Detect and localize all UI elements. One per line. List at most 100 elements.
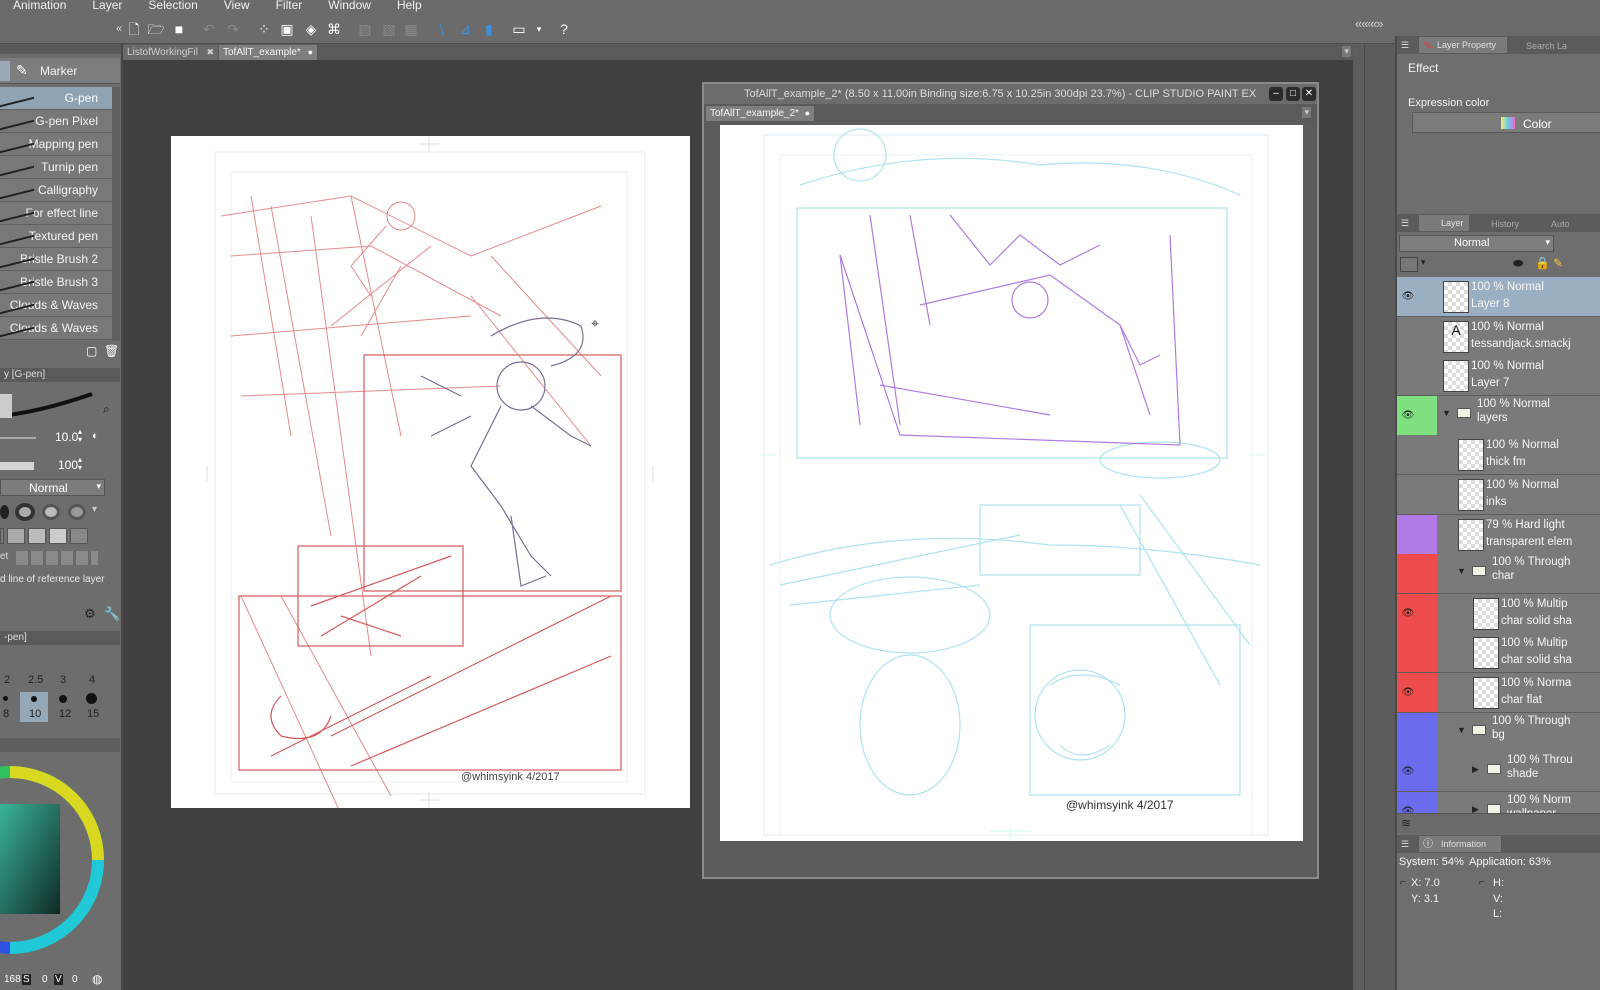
tip-shape-1[interactable] — [0, 505, 9, 519]
panel-menu-icon[interactable]: ☰ — [1401, 36, 1409, 54]
visibility-eye-icon[interactable]: 👁 — [1397, 277, 1419, 316]
invert-selection-icon[interactable]: ▧ — [380, 20, 398, 38]
maximize-icon[interactable]: □ — [1286, 87, 1300, 101]
transform-icon[interactable]: ⌘ — [325, 20, 343, 38]
layer-row[interactable]: ▼ 100 % Through char — [1397, 554, 1600, 595]
copy-sub-tool-icon[interactable]: ▢ — [86, 344, 97, 358]
vertical-scrollbar[interactable] — [1353, 44, 1365, 990]
size-12[interactable]: 12 — [59, 708, 71, 720]
close-icon[interactable]: ✖ — [206, 45, 214, 60]
layer-color-column[interactable] — [1419, 752, 1437, 792]
size-8[interactable]: 8 — [3, 708, 9, 720]
save-icon[interactable]: ■ — [170, 20, 188, 38]
left-canvas-page[interactable]: @whimsyink 4/2017 — [171, 136, 690, 837]
size-value[interactable]: 10.0 — [55, 430, 78, 444]
color-wheel[interactable] — [0, 762, 120, 958]
brush-item[interactable]: G-pen — [0, 87, 114, 110]
show-hide-icon[interactable]: ▭ — [510, 20, 528, 38]
layer-color-column[interactable] — [1419, 395, 1437, 435]
color-mode-icon[interactable]: ◍ — [92, 972, 102, 986]
redo-icon[interactable]: ↷ — [224, 20, 242, 38]
layer-color-column[interactable] — [1419, 317, 1437, 356]
delete-sub-tool-icon[interactable]: 🗑 — [104, 344, 119, 358]
texture-swatch-0[interactable] — [0, 528, 4, 544]
help-icon[interactable]: ? — [555, 20, 573, 38]
opacity-spinner-icon[interactable]: ▴ ▾ — [78, 456, 82, 472]
opacity-value[interactable]: 100 — [58, 458, 78, 472]
minimize-icon[interactable]: – — [1269, 87, 1283, 101]
menu-view[interactable]: View — [211, 0, 263, 14]
close-icon[interactable]: ● — [805, 106, 810, 121]
tab-auto-action[interactable]: Auto — [1537, 215, 1570, 233]
visibility-eye-icon[interactable]: 👁 — [1397, 791, 1419, 813]
folder-expand-icon[interactable]: ▼ — [1457, 566, 1466, 576]
reference-buttons[interactable] — [16, 551, 98, 565]
layer-row[interactable]: ▼ 100 % Through bg — [1397, 712, 1600, 753]
tab-menu-icon[interactable]: ▾ — [1302, 107, 1311, 118]
dropdown-icon[interactable]: ▾ — [530, 20, 548, 38]
layer-row[interactable]: 79 % Hard light transparent elem — [1397, 514, 1600, 555]
tab-menu-icon[interactable]: ▾ — [1342, 46, 1351, 57]
layer-color-column[interactable] — [1419, 435, 1437, 474]
dock-arrows-icon[interactable]: «« «» — [1355, 16, 1384, 31]
brush-item[interactable]: G-pen Pixel — [0, 110, 114, 133]
layer-row[interactable]: 👁 ▼ 100 % Normal layers — [1397, 395, 1600, 436]
deselect-icon[interactable]: ▨ — [356, 20, 374, 38]
size-4[interactable]: 4 — [89, 674, 95, 686]
layer-row[interactable]: 100 % Normal inks — [1397, 475, 1600, 515]
brush-item[interactable]: Turnip pen — [0, 156, 114, 179]
visibility-eye-icon[interactable]: 👁 — [1397, 673, 1419, 712]
clip-icon[interactable]: ⬬ — [1513, 256, 1523, 271]
visibility-eye-icon[interactable] — [1397, 554, 1419, 594]
size-spinner-icon[interactable]: ▴ ▾ — [78, 428, 82, 444]
special-ruler-snap-icon[interactable]: ⊿ — [456, 20, 474, 38]
layer-color-column[interactable] — [1419, 593, 1437, 633]
draft-layer-icon[interactable]: ✎ — [1553, 256, 1563, 270]
expression-color-select[interactable]: Color — [1412, 112, 1600, 133]
tip-shape-4[interactable] — [68, 504, 86, 520]
layer-color-column[interactable] — [1419, 633, 1437, 673]
layer-row[interactable]: 👁 ▶ 100 % Throu shade — [1397, 752, 1600, 793]
layer-color-column[interactable] — [1419, 514, 1437, 554]
menu-window[interactable]: Window — [315, 0, 384, 14]
texture-swatch-4[interactable] — [70, 528, 88, 544]
brush-item[interactable]: Mapping pen — [0, 133, 114, 156]
tab-layer[interactable]: Layer — [1419, 215, 1469, 231]
undo-icon[interactable]: ↶ — [200, 20, 218, 38]
folder-expand-icon[interactable]: ▶ — [1472, 764, 1479, 775]
layer-color-column[interactable] — [1419, 712, 1437, 752]
folder-expand-icon[interactable]: ▼ — [1457, 725, 1466, 735]
lock-icon[interactable]: 🔒 — [1535, 256, 1550, 270]
sub-tool-tab-marker[interactable]: Marker — [40, 64, 77, 78]
chevron-down-icon[interactable]: ▾ — [1421, 257, 1426, 268]
tab-tofallt-example[interactable]: TofAllT_example* ● — [219, 45, 317, 60]
menu-help[interactable]: Help — [384, 0, 435, 14]
brush-item[interactable]: Calligraphy — [0, 179, 114, 202]
layer-row[interactable]: 👁 100 % Norma char flat — [1397, 673, 1600, 713]
brush-item[interactable]: Clouds & Waves 2 — [0, 317, 114, 358]
menu-filter[interactable]: Filter — [263, 0, 316, 14]
open-file-icon[interactable]: 🗁 — [147, 20, 165, 38]
chevron-down-icon[interactable]: ▾ — [92, 504, 97, 515]
visibility-eye-icon[interactable]: 👁 — [1397, 593, 1419, 633]
select-all-icon[interactable]: ▦ — [402, 20, 420, 38]
tip-shape-3[interactable] — [42, 504, 60, 520]
visibility-eye-icon[interactable]: 👁 — [1397, 752, 1419, 792]
menu-selection[interactable]: Selection — [135, 0, 210, 14]
layer-blend-mode-select[interactable]: Normal ▾ — [1399, 235, 1554, 252]
layer-color-column[interactable] — [1419, 277, 1437, 316]
floating-canvas-window[interactable]: TofAllT_example_2* (8.50 x 11.00in Bindi… — [702, 82, 1319, 879]
tab-search-layer[interactable]: Search La — [1512, 37, 1567, 55]
brush-item[interactable]: Textured pen — [0, 225, 114, 248]
clear-icon[interactable]: ⁘ — [255, 20, 273, 38]
magnify-icon[interactable]: ⌕ — [103, 402, 110, 417]
close-icon[interactable]: ● — [308, 45, 313, 60]
brush-list-scrollbar[interactable] — [112, 87, 120, 341]
layer-color-column[interactable] — [1419, 554, 1437, 594]
layer-row[interactable]: 👁 100 % Normal Layer 8 — [1397, 277, 1600, 317]
brush-item[interactable]: Bristle Brush 3 — [0, 271, 114, 294]
layer-stack-icon[interactable]: ≋ — [1401, 816, 1411, 830]
blend-mode-select[interactable]: Normal ▾ — [0, 479, 105, 496]
new-file-icon[interactable]: 🗋 — [125, 20, 143, 38]
folder-expand-icon[interactable]: ▶ — [1472, 804, 1479, 813]
